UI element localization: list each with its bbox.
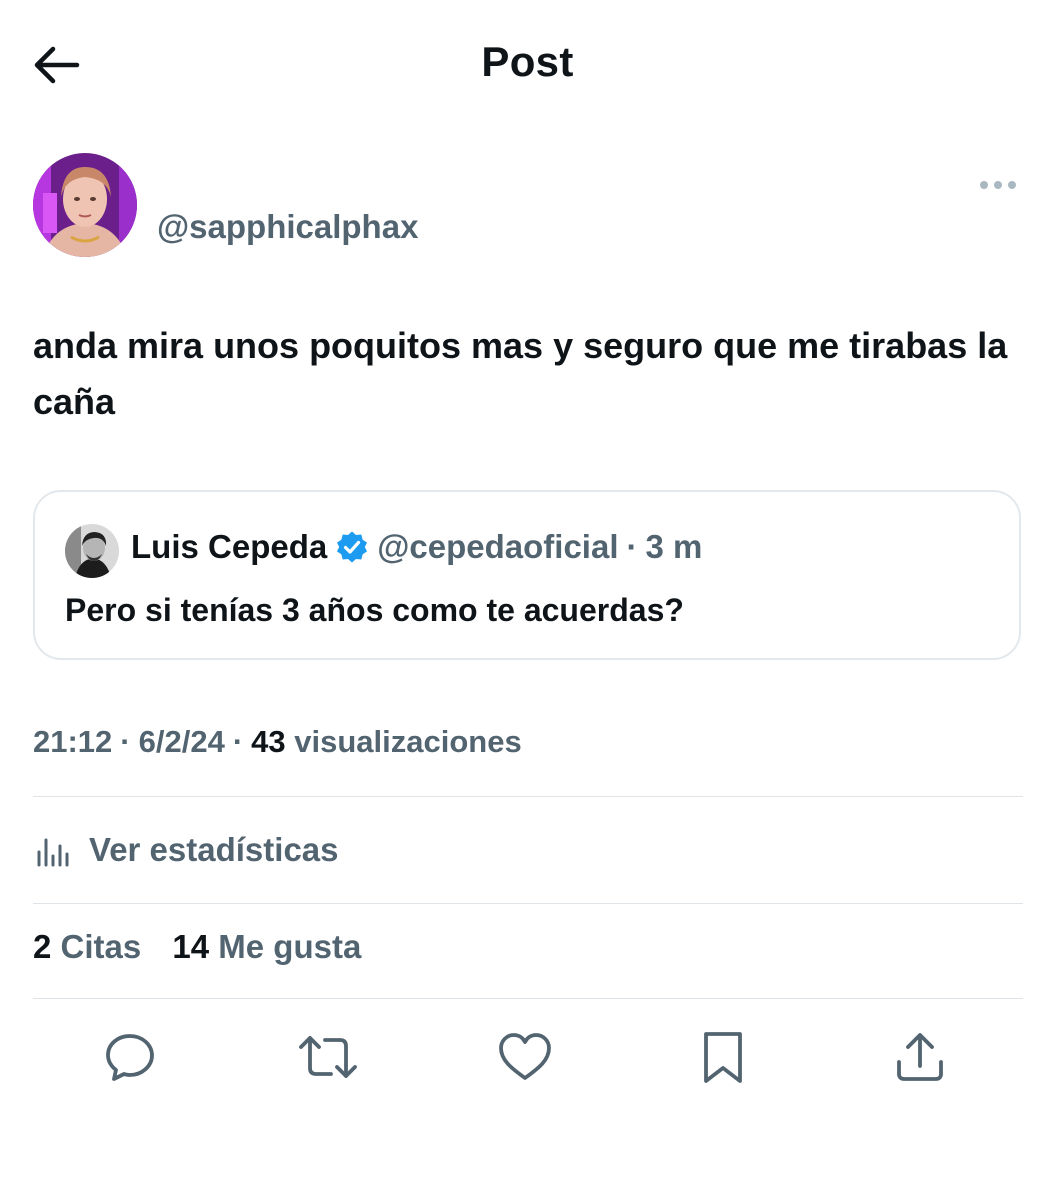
separator-dot: · [626,528,638,565]
likes-count: 14 [172,928,210,965]
more-dots-icon [980,181,988,189]
divider [33,998,1023,999]
page-title: Post [481,38,574,85]
more-dot [994,181,1002,189]
quoted-author-name[interactable]: Luis Cepeda [131,528,327,566]
views-label: visualizaciones [294,724,522,759]
analytics-icon [37,838,69,867]
quoted-post-header: Luis Cepeda @cepedaoficial · 3 m [131,528,702,566]
top-bar: Post [0,0,1055,130]
quoted-avatar-photo [65,524,119,578]
more-options-button[interactable] [973,171,1023,199]
quoted-post-card[interactable]: Luis Cepeda @cepedaoficial · 3 m Pero si… [33,490,1021,660]
quoted-post-time: 3 m [645,528,703,565]
quotes-count-link[interactable]: 2 Citas [33,928,141,965]
quotes-count: 2 [33,928,52,965]
reply-button[interactable] [95,1022,165,1092]
repost-button[interactable] [293,1022,363,1092]
quoted-author-avatar[interactable] [65,524,119,578]
likes-count-link[interactable]: 14 Me gusta [172,928,361,965]
view-analytics-label: Ver estadísticas [89,831,339,868]
quotes-label: Citas [60,928,142,965]
divider [33,796,1023,797]
likes-label: Me gusta [218,928,362,965]
post-time: 21:12 [33,724,113,759]
verified-badge-icon [337,531,368,563]
like-icon [499,1033,551,1080]
avatar-photo [33,153,137,257]
bookmark-button[interactable] [688,1022,758,1092]
author-handle[interactable]: @sapphicalphax [157,208,418,246]
separator-dot: · [120,724,131,759]
post-meta: 21:12 · 6/2/24 · 43 visualizaciones [33,724,522,760]
share-button[interactable] [885,1022,955,1092]
bookmark-icon [704,1032,742,1083]
more-dot [1008,181,1016,189]
engagement-counts: 2 Citas 14 Me gusta [33,928,383,966]
repost-icon [299,1036,357,1078]
views-count: 43 [251,724,286,759]
quoted-post-text: Pero si tenías 3 años como te acuerdas? [65,592,684,628]
post-text: anda mira unos poquitos mas y seguro que… [33,325,1008,422]
divider [33,903,1023,904]
author-row: @sapphicalphax [33,153,1023,259]
quoted-author-handle[interactable]: @cepedaoficial [377,528,618,566]
separator-dot: · [232,724,244,759]
share-icon [897,1033,943,1081]
reply-icon [106,1034,154,1081]
author-avatar[interactable] [33,153,137,257]
action-bar [33,1022,1023,1092]
like-button[interactable] [490,1022,560,1092]
view-analytics-button[interactable]: Ver estadísticas [33,820,339,880]
post-date: 6/2/24 [138,724,225,759]
